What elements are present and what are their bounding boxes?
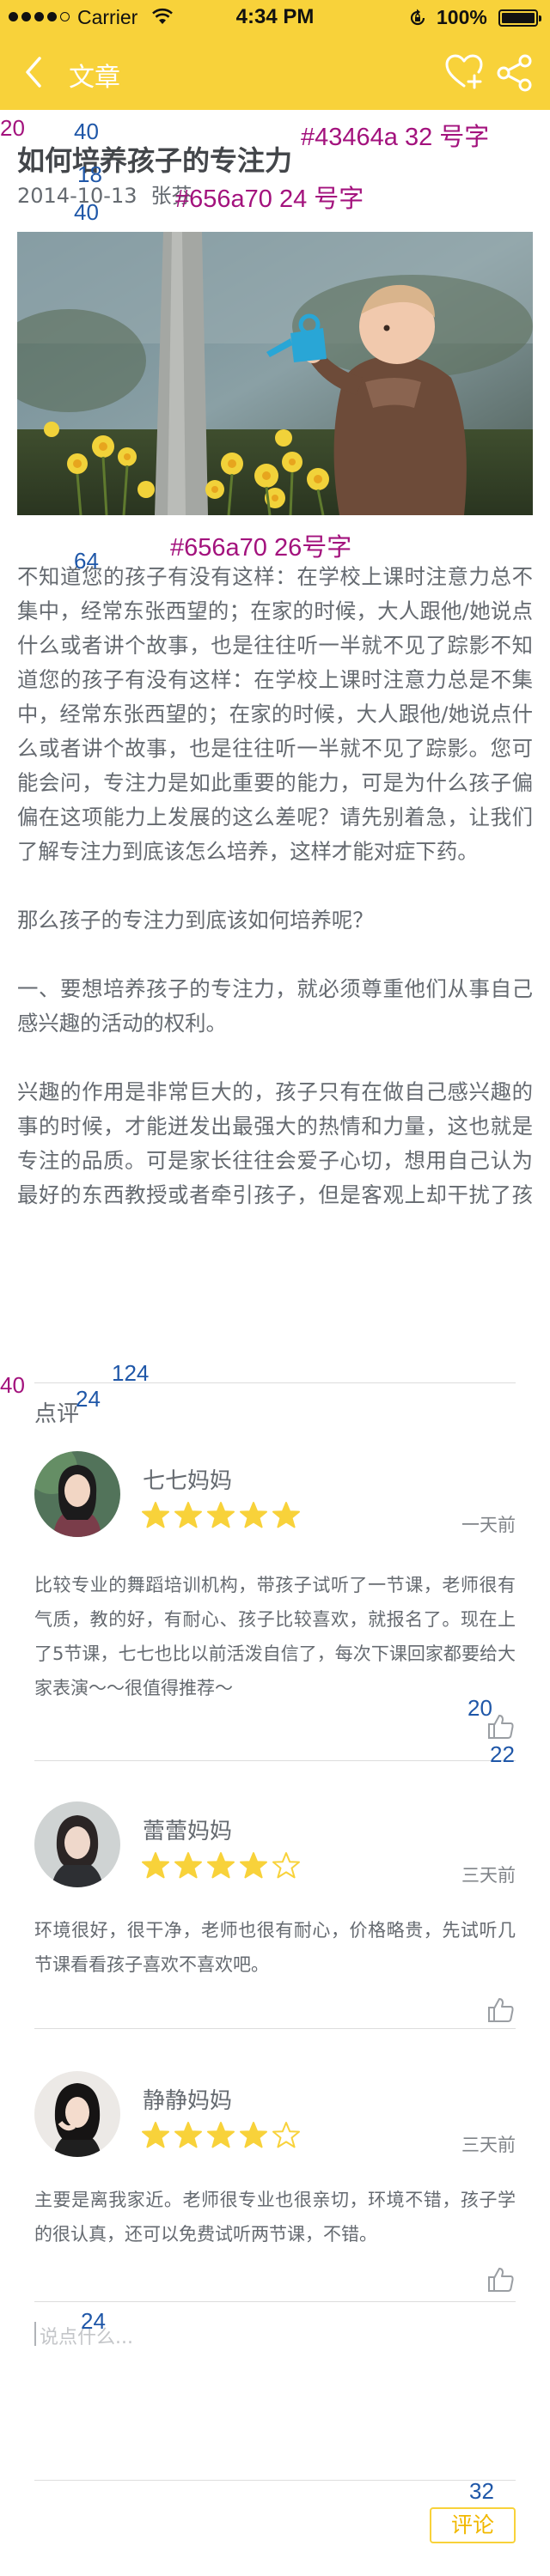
spec-annotation: #656a70 26号字 bbox=[170, 534, 352, 562]
divider bbox=[34, 1760, 516, 1761]
nav-bar: 文章 bbox=[0, 34, 550, 110]
spec-annotation: 24 bbox=[81, 2308, 106, 2334]
comment-text: 比较专业的舞蹈培训机构，带孩子试听了一节课，老师很有气质，教的好，有耐心、孩子比… bbox=[34, 1575, 516, 1698]
star-filled-icon bbox=[207, 1502, 235, 1528]
heart-plus-icon bbox=[445, 54, 483, 89]
battery-percentage: 100% bbox=[437, 6, 487, 28]
star-filled-icon bbox=[142, 1502, 169, 1528]
star-rating bbox=[141, 2121, 301, 2150]
like-button[interactable] bbox=[486, 1996, 516, 2025]
divider bbox=[34, 1382, 516, 1383]
star-filled-icon bbox=[272, 1502, 300, 1528]
thumbs-up-icon bbox=[488, 2268, 514, 2292]
comment-time: 三天前 bbox=[461, 2135, 516, 2155]
spec-annotation: 40 bbox=[74, 199, 99, 225]
status-bar: Carrier 4:34 PM 100% bbox=[0, 0, 550, 34]
star-filled-icon bbox=[174, 1502, 202, 1528]
star-filled-icon bbox=[142, 1852, 169, 1879]
share-icon bbox=[497, 54, 532, 92]
star-filled-icon bbox=[207, 2122, 235, 2148]
divider bbox=[34, 2028, 516, 2029]
divider bbox=[34, 2301, 516, 2302]
article-photo bbox=[17, 232, 533, 515]
page-title: 文章 bbox=[69, 63, 120, 93]
submit-comment-button[interactable]: 评论 bbox=[430, 2507, 516, 2543]
commenter-name: 蕾蕾妈妈 bbox=[143, 1819, 233, 1844]
spec-annotation: 22 bbox=[490, 1741, 515, 1767]
comment-text: 环境很好，很干净，老师也很有耐心，价格略贵，先试听几节课看看孩子喜欢不喜欢吧。 bbox=[34, 1920, 516, 1975]
article-title: 如何培养孩子的专注力 bbox=[17, 144, 293, 177]
comments-section-title: 点评 bbox=[34, 1401, 80, 1427]
divider bbox=[34, 2480, 516, 2481]
spec-annotation: 20 bbox=[468, 1695, 492, 1721]
article-paragraph: 不知道您的孩子有没有这样：在学校上课时注意力总不集中，经常东张西望的；在家的时候… bbox=[17, 564, 533, 864]
spec-annotation: 24 bbox=[76, 1386, 101, 1412]
article-paragraph: 兴趣的作用是非常巨大的，孩子只有在做自己感兴趣的事的时候，才能迸发出最强大的热情… bbox=[17, 1079, 533, 1207]
star-filled-icon bbox=[240, 1852, 267, 1879]
article-paragraph: 一、要想培养孩子的专注力，就必须尊重他们从事自己感兴趣的活动的权利。 bbox=[17, 976, 533, 1036]
rotation-lock-icon bbox=[407, 8, 428, 32]
article-body: 不知道您的孩子有没有这样：在学校上课时注意力总不集中，经常东张西望的；在家的时候… bbox=[17, 560, 533, 1212]
comment-time: 三天前 bbox=[461, 1865, 516, 1886]
thumbs-up-icon bbox=[488, 1998, 514, 2022]
star-filled-icon bbox=[207, 1852, 235, 1879]
star-empty-icon bbox=[272, 2122, 300, 2148]
spec-annotation: #656a70 24 号字 bbox=[175, 185, 364, 213]
star-filled-icon bbox=[142, 2122, 169, 2148]
star-filled-icon bbox=[240, 2122, 267, 2148]
avatar bbox=[34, 2071, 120, 2157]
avatar bbox=[34, 1451, 120, 1537]
star-empty-icon bbox=[272, 1852, 300, 1879]
spec-annotation: 124 bbox=[112, 1360, 150, 1386]
commenter-name: 静静妈妈 bbox=[143, 2088, 233, 2114]
spec-annotation: 18 bbox=[77, 161, 102, 187]
avatar bbox=[34, 1801, 120, 1887]
favorite-button[interactable] bbox=[443, 52, 485, 93]
text-caret bbox=[34, 2322, 36, 2346]
commenter-name: 七七妈妈 bbox=[143, 1468, 233, 1494]
spec-annotation: 40 bbox=[74, 118, 99, 144]
share-button[interactable] bbox=[495, 53, 535, 93]
article-meta: 2014-10-13 张芬 bbox=[17, 179, 192, 209]
article-paragraph: 那么孩子的专注力到底该如何培养呢？ bbox=[17, 908, 374, 933]
comment-time: 一天前 bbox=[461, 1515, 516, 1535]
spec-annotation: 40 bbox=[0, 1372, 25, 1398]
comment-text: 主要是离我家近。老师很专业也很亲切，环境不错，孩子学的很认真，还可以免费试听两节… bbox=[34, 2190, 516, 2245]
star-filled-icon bbox=[240, 1502, 267, 1528]
chevron-left-icon bbox=[26, 57, 41, 88]
star-filled-icon bbox=[174, 1852, 202, 1879]
spec-annotation: 32 bbox=[469, 2478, 494, 2504]
star-filled-icon bbox=[174, 2122, 202, 2148]
comment-input[interactable]: 说点什么... bbox=[34, 2320, 516, 2458]
star-rating bbox=[141, 1501, 301, 1530]
like-button[interactable] bbox=[486, 2265, 516, 2294]
battery-icon bbox=[498, 9, 541, 27]
spec-annotation: 64 bbox=[74, 548, 99, 574]
spec-annotation: #43464a 32 号字 bbox=[301, 124, 490, 151]
star-rating bbox=[141, 1851, 301, 1880]
back-button[interactable] bbox=[17, 53, 52, 91]
spec-annotation: 20 bbox=[0, 115, 25, 141]
